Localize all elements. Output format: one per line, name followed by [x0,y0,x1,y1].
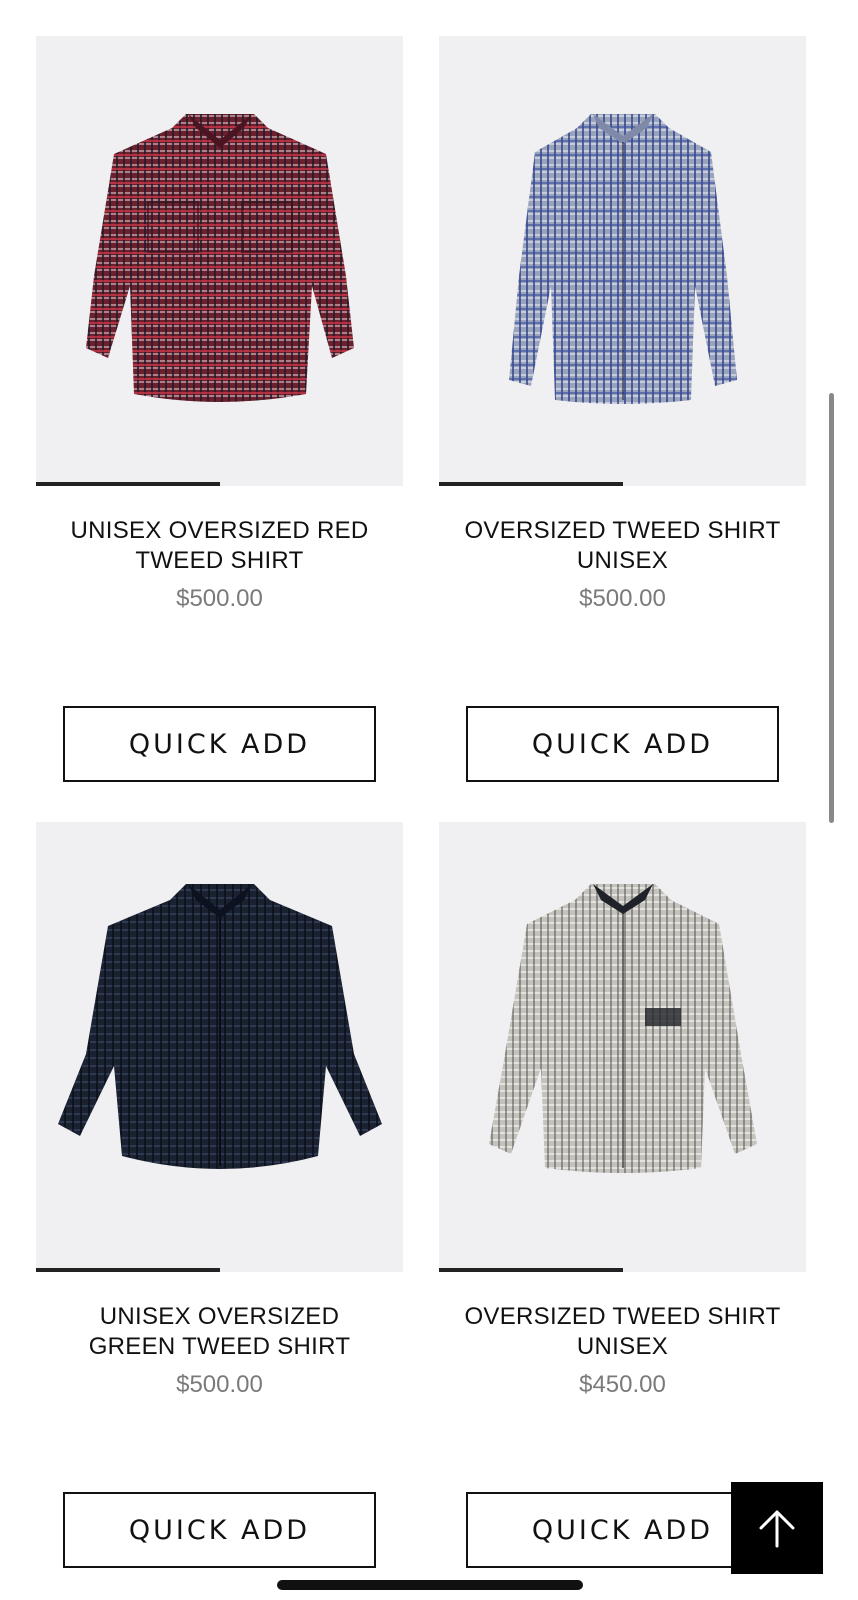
carousel-progress [36,1268,220,1272]
carousel-track [439,482,806,486]
product-card[interactable]: UNISEX OVERSIZED RED TWEED SHIRT $500.00… [36,36,403,782]
shirt-image-navy [58,884,382,1169]
carousel-progress [36,482,220,486]
carousel-track [36,482,403,486]
carousel-progress [439,482,623,486]
product-title[interactable]: OVERSIZED TWEED SHIRT UNISEX [439,516,806,576]
product-title[interactable]: UNISEX OVERSIZED RED TWEED SHIRT [36,516,403,576]
product-image[interactable] [36,822,403,1272]
product-image[interactable] [439,36,806,486]
product-card[interactable]: OVERSIZED TWEED SHIRT UNISEX $450.00 QUI… [439,822,806,1568]
arrow-up-icon [759,1510,795,1548]
shirt-image-blue [509,114,737,404]
product-card[interactable]: UNISEX OVERSIZED GREEN TWEED SHIRT $500.… [36,822,403,1568]
product-image[interactable] [439,822,806,1272]
shirt-image-red [86,114,354,402]
product-title[interactable]: UNISEX OVERSIZED GREEN TWEED SHIRT [36,1302,403,1362]
product-price: $500.00 [176,1371,263,1398]
product-price: $500.00 [579,585,666,612]
quick-add-button[interactable]: QUICK ADD [466,706,779,782]
carousel-track [439,1268,806,1272]
shirt-image-grey [489,884,757,1173]
quick-add-button[interactable]: QUICK ADD [63,706,376,782]
product-price: $500.00 [176,585,263,612]
product-card[interactable]: OVERSIZED TWEED SHIRT UNISEX $500.00 QUI… [439,36,806,782]
home-indicator [277,1580,583,1590]
back-to-top-button[interactable] [731,1482,823,1574]
product-image[interactable] [36,36,403,486]
quick-add-button[interactable]: QUICK ADD [63,1492,376,1568]
product-price: $450.00 [579,1371,666,1398]
carousel-track [36,1268,403,1272]
carousel-progress [439,1268,623,1272]
product-title[interactable]: OVERSIZED TWEED SHIRT UNISEX [439,1302,806,1362]
page-scrollbar[interactable] [829,393,834,823]
